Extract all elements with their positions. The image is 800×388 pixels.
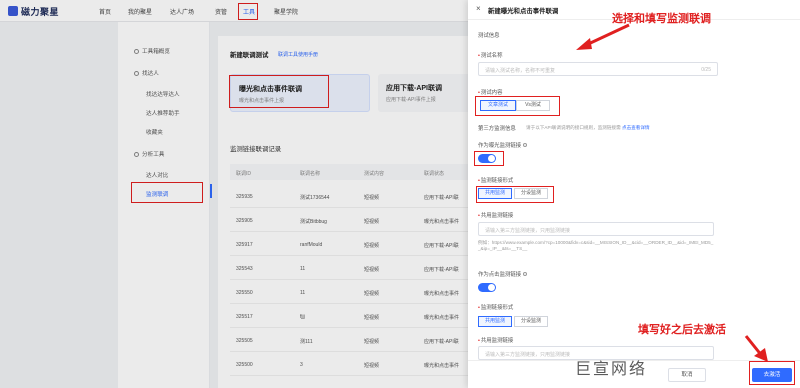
close-icon[interactable]: × [476, 5, 481, 13]
method-label: •监测链接形式 [478, 178, 514, 184]
annotation-bottom: 填写好之后去激活 [638, 324, 726, 336]
modal-backdrop[interactable] [0, 0, 468, 388]
shared-link-input[interactable]: 请输入第三方监测链接，只用监测链接 [478, 222, 714, 236]
arrow-top-icon [576, 23, 630, 50]
watermark: 巨宣网络 [575, 361, 648, 378]
arrow-bottom-icon [744, 335, 768, 362]
example-text: 例如：https://www.example.com/?cp=10000&fid… [478, 240, 714, 251]
placeholder: 请输入第三方监测链接，只用监测链接 [485, 352, 571, 358]
third-party-label: 第三方监测信息 [478, 126, 516, 132]
shared-link2-label: •共用监测链接 [478, 338, 514, 344]
test-name-input[interactable]: 请输入测试名称，名称不可重复 0/25 [478, 62, 718, 76]
highlight-content-options [475, 96, 560, 116]
third-party-note: 请于以下API联调说明的接口规则，监测链接需 点击查看详情 [526, 125, 650, 130]
help-icon[interactable] [523, 272, 528, 276]
drawer-title: 新建曝光和点击事件联调 [488, 8, 559, 15]
char-counter: 0/25 [701, 67, 711, 73]
section-label: 测试信息 [478, 33, 500, 39]
highlight-method-options [476, 186, 554, 203]
method2-option-shared[interactable]: 共用监测 [478, 316, 512, 327]
highlight-activate-button [749, 361, 795, 385]
cancel-button[interactable]: 取消 [668, 368, 706, 382]
name-label: •测试名称 [478, 53, 503, 59]
content-label: •测试内容 [478, 90, 503, 96]
placeholder: 请输入第三方监测链接，只用监测链接 [485, 228, 571, 234]
method2-label: •监测链接形式 [478, 305, 514, 311]
shared-link-label: •共用监测链接 [478, 213, 514, 219]
click-toggle-label: 作为点击监测链接 [478, 270, 528, 278]
method2-option-separate[interactable]: 分设监测 [514, 316, 548, 327]
click-toggle[interactable] [478, 283, 496, 292]
details-link[interactable]: 点击查看详情 [622, 125, 650, 130]
help-icon[interactable] [523, 143, 528, 147]
placeholder: 请输入测试名称，名称不可重复 [485, 68, 556, 74]
exposure-toggle-label: 作为曝光监测链接 [478, 141, 528, 149]
highlight-exposure-toggle [474, 151, 504, 166]
